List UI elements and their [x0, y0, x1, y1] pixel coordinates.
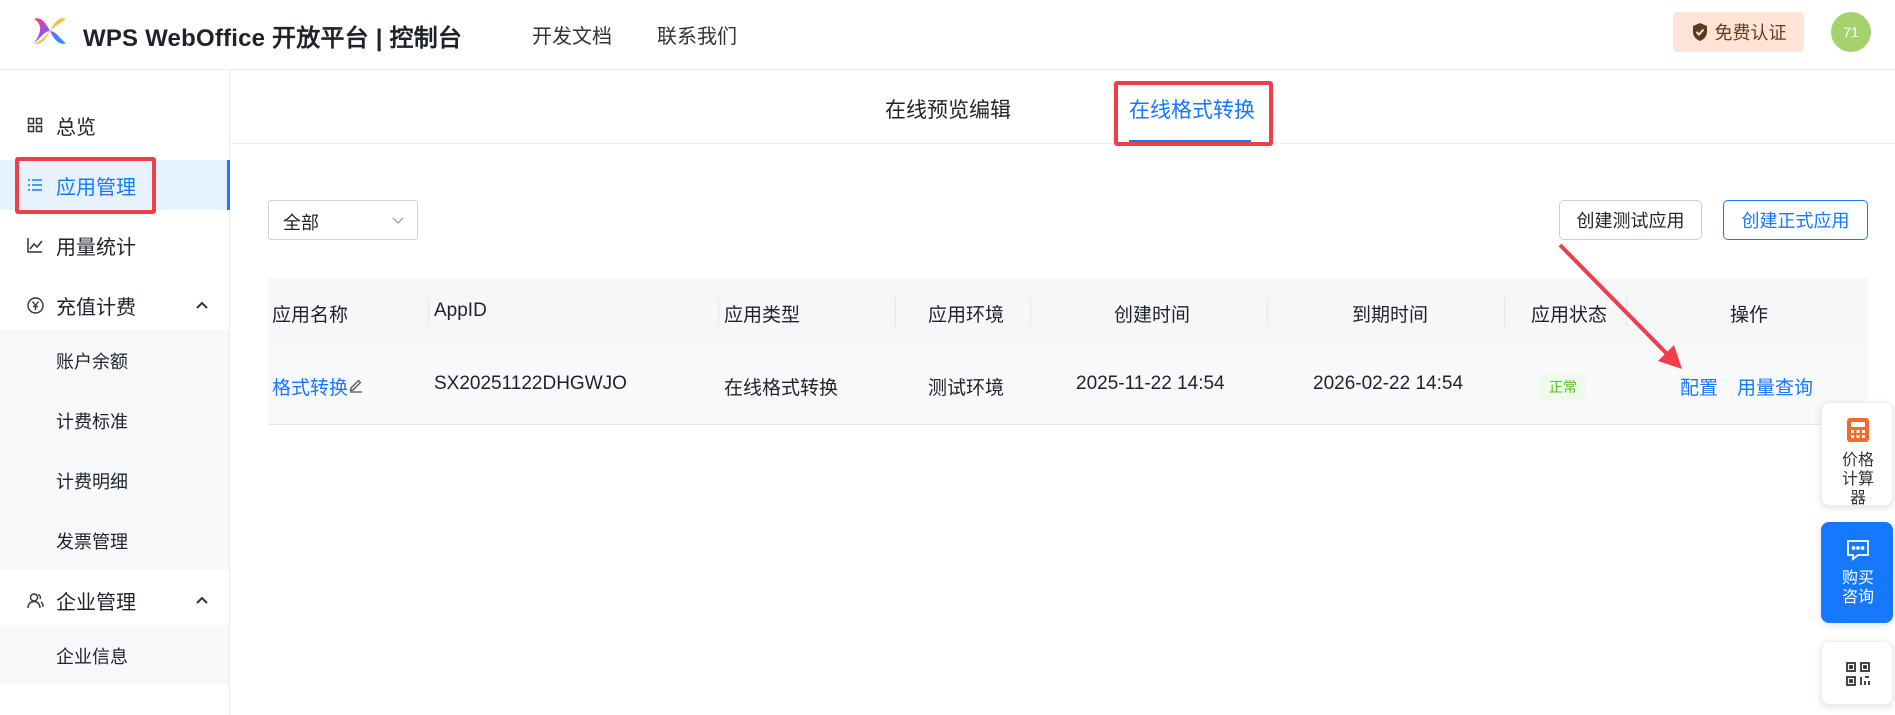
chevron-down-icon	[392, 217, 404, 224]
annotation-arrow	[1558, 243, 1682, 369]
sidebar-item-label: 企业信息	[56, 647, 128, 667]
yen-coin-icon	[25, 295, 45, 315]
tab-online-format-conversion[interactable]: 在线格式转换	[1129, 94, 1255, 124]
wps-logo-icon[interactable]	[30, 13, 70, 49]
nav-docs-link[interactable]: 开发文档	[532, 20, 612, 49]
column-divider	[428, 298, 429, 326]
sidebar-item-label: 计费明细	[56, 472, 128, 492]
column-header: 应用环境	[928, 305, 1005, 326]
price-calculator-widget[interactable]: 价格计算器	[1821, 402, 1893, 507]
column-header: 应用名称	[272, 305, 349, 326]
sidebar-item-label: 充值计费	[56, 296, 136, 319]
sidebar-item-overview[interactable]: 总览	[0, 100, 229, 150]
tab-online-preview-edit[interactable]: 在线预览编辑	[885, 94, 1011, 124]
app-name-link[interactable]: 格式转换	[272, 373, 348, 400]
purchase-consult-widget[interactable]: 购买咨询	[1821, 522, 1893, 623]
sidebar-item-label: 发票管理	[56, 532, 128, 552]
grid-icon	[25, 115, 45, 135]
nav-contact-link[interactable]: 联系我们	[657, 20, 737, 49]
column-header: AppID	[434, 300, 487, 321]
sidebar-item-label: 计费标准	[56, 412, 128, 432]
app-id-cell: SX20251122DHGWJO	[434, 373, 627, 394]
chevron-up-icon[interactable]	[193, 296, 211, 314]
chevron-up-icon[interactable]	[193, 591, 211, 609]
calculator-icon	[1847, 418, 1869, 442]
brand-title: WPS WebOffice 开放平台 | 控制台	[83, 25, 463, 52]
sidebar-subitem-balance[interactable]: 账户余额	[0, 330, 229, 390]
sidebar-subitem-enterprise-info[interactable]: 企业信息	[0, 625, 229, 685]
purchase-consult-label: 购买咨询	[1841, 570, 1874, 606]
sidebar-item-app-management[interactable]: 应用管理	[0, 160, 230, 210]
qr-code-icon	[1846, 662, 1870, 686]
user-avatar[interactable]: 71	[1831, 12, 1871, 52]
sidebar-subitem-pricing[interactable]: 计费标准	[0, 390, 229, 450]
qr-code-widget[interactable]	[1821, 641, 1893, 705]
column-header: 应用类型	[724, 305, 801, 326]
status-badge: 正常	[1540, 374, 1586, 400]
created-time-cell: 2025-11-22 14:54	[1076, 373, 1225, 394]
column-header: 创建时间	[1114, 305, 1191, 326]
column-divider	[1504, 298, 1505, 326]
sidebar: 总览 应用管理 用量统计 充值计费 账户余额 计费标准 计费明细 发票管理 企业…	[0, 70, 230, 715]
price-calculator-label: 价格计算器	[1841, 452, 1874, 507]
sidebar-item-label: 用量统计	[56, 236, 136, 259]
type-filter-select[interactable]: 全部	[268, 200, 418, 240]
sidebar-subitem-invoices[interactable]: 发票管理	[0, 510, 229, 570]
column-divider	[1030, 298, 1031, 326]
sidebar-item-label: 总览	[56, 116, 96, 139]
sidebar-item-usage-stats[interactable]: 用量统计	[0, 220, 229, 270]
line-chart-icon	[25, 235, 45, 255]
app-env-cell: 测试环境	[928, 378, 1005, 399]
free-cert-button[interactable]: 免费认证	[1673, 12, 1804, 52]
active-tab-indicator	[1129, 140, 1251, 143]
sidebar-item-label: 账户余额	[56, 352, 128, 372]
shield-check-icon	[1692, 23, 1707, 41]
sidebar-item-label: 企业管理	[56, 591, 136, 614]
app-type-cell: 在线格式转换	[724, 378, 839, 399]
expiry-time-cell: 2026-02-22 14:54	[1313, 373, 1464, 394]
sidebar-item-label: 应用管理	[56, 176, 136, 199]
sidebar-subitem-billing-details[interactable]: 计费明细	[0, 450, 229, 510]
column-divider	[718, 298, 719, 326]
create-test-app-button[interactable]: 创建测试应用	[1559, 200, 1702, 240]
column-header: 操作	[1730, 305, 1769, 326]
tab-bar: 在线预览编辑 在线格式转换	[230, 70, 1895, 144]
filter-value: 全部	[283, 213, 319, 233]
configure-link[interactable]: 配置	[1680, 373, 1718, 400]
sidebar-item-enterprise[interactable]: 企业管理	[0, 575, 229, 625]
sidebar-item-billing[interactable]: 充值计费	[0, 280, 229, 330]
edit-pencil-icon[interactable]	[348, 377, 364, 393]
free-cert-label: 免费认证	[1714, 23, 1787, 43]
column-divider	[1267, 298, 1268, 326]
create-production-app-button[interactable]: 创建正式应用	[1723, 200, 1868, 240]
top-header: WPS WebOffice 开放平台 | 控制台 开发文档 联系我们 免费认证 …	[0, 0, 1895, 70]
column-divider	[895, 298, 896, 326]
list-icon	[25, 175, 45, 195]
users-icon	[25, 590, 45, 610]
chat-bubble-icon	[1847, 540, 1869, 561]
column-header: 到期时间	[1352, 305, 1429, 326]
usage-query-link[interactable]: 用量查询	[1737, 373, 1813, 400]
